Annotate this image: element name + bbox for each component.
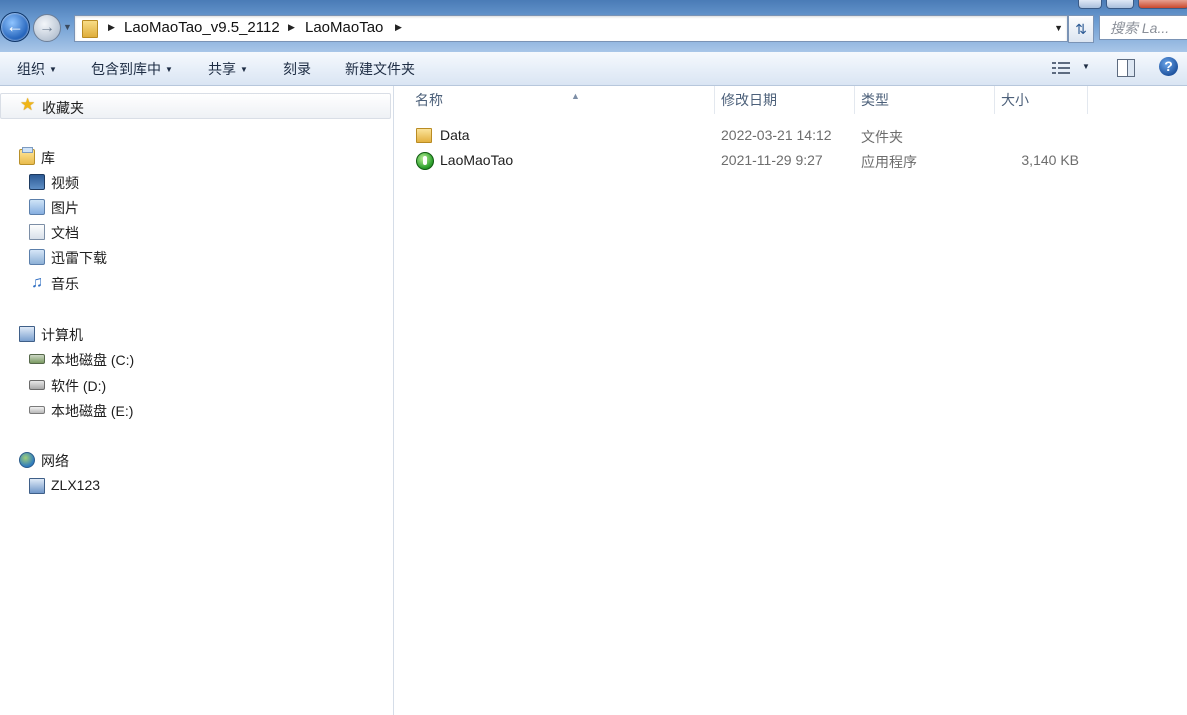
file-type: 文件夹 <box>861 129 903 145</box>
address-bar-region: ← → ▼ ▶ LaoMaoTao_v9.5_2112 ▶ LaoMaoTao … <box>0 0 1187 52</box>
sidebar-item-label: 本地磁盘 (E:) <box>51 403 134 419</box>
breadcrumb-separator-icon[interactable]: ▶ <box>288 22 295 33</box>
refresh-button[interactable]: ⇅ <box>1068 15 1094 43</box>
file-modified: 2022-03-21 14:12 <box>721 127 832 143</box>
breadcrumb-item[interactable]: LaoMaoTao_v9.5_2112 <box>124 19 280 36</box>
folder-icon <box>416 128 432 143</box>
maximize-button[interactable] <box>1106 0 1134 9</box>
network-globe-icon <box>19 452 35 468</box>
column-header-size[interactable]: 大小 <box>995 86 1088 114</box>
sidebar-item-music[interactable]: ♫ 音乐 <box>0 273 391 293</box>
sidebar-item-documents[interactable]: 文档 <box>0 222 391 242</box>
file-list: 名称 ▲ 修改日期 类型 大小 Data 2022-03-21 14:12 文件… <box>394 86 1187 715</box>
minimize-button[interactable] <box>1078 0 1102 9</box>
sidebar-item-label: 网络 <box>41 453 69 469</box>
new-folder-button[interactable]: 新建文件夹 <box>345 59 415 79</box>
organize-button[interactable]: 组织 ▼ <box>17 59 57 79</box>
drive-icon <box>29 380 45 390</box>
sidebar-item-computer[interactable]: 计算机 <box>0 324 391 344</box>
sidebar-item-label: 迅雷下载 <box>51 250 107 266</box>
sidebar-item-label: 计算机 <box>41 327 83 343</box>
sidebar-item-disk-d[interactable]: 软件 (D:) <box>0 375 391 395</box>
column-header-type[interactable]: 类型 <box>855 86 995 114</box>
sidebar-item-label: 图片 <box>51 200 79 216</box>
help-icon[interactable]: ? <box>1159 57 1178 76</box>
sidebar-item-disk-c[interactable]: 本地磁盘 (C:) <box>0 349 391 369</box>
favorites-label: 收藏夹 <box>42 100 84 116</box>
column-header-name[interactable]: 名称 ▲ <box>409 86 715 114</box>
computer-icon <box>19 326 35 342</box>
burn-button[interactable]: 刻录 <box>283 59 311 79</box>
sidebar-item-label: 音乐 <box>51 276 79 292</box>
close-button[interactable] <box>1138 0 1187 9</box>
favorites-item[interactable]: ★ 收藏夹 <box>0 93 391 119</box>
preview-pane-icon[interactable] <box>1117 59 1135 77</box>
column-header-modified[interactable]: 修改日期 <box>715 86 855 114</box>
command-toolbar: 组织 ▼ 包含到库中 ▼ 共享 ▼ 刻录 新建文件夹 ▼ ? <box>0 52 1187 86</box>
forward-arrow-icon: → <box>39 19 55 36</box>
documents-library-icon <box>29 224 45 240</box>
video-library-icon <box>29 174 45 190</box>
folder-icon <box>82 20 98 38</box>
organize-label: 组织 <box>17 61 45 77</box>
breadcrumb-separator-icon[interactable]: ▶ <box>108 22 115 33</box>
library-icon <box>19 147 35 165</box>
drive-icon <box>29 406 45 414</box>
table-row[interactable]: LaoMaoTao 2021-11-29 9:27 应用程序 3,140 KB <box>394 149 1187 173</box>
view-options-icon[interactable] <box>1052 60 1072 76</box>
file-name: Data <box>440 127 470 143</box>
breadcrumb-item[interactable]: LaoMaoTao <box>305 19 383 36</box>
file-size: 3,140 KB <box>1021 152 1079 168</box>
navigation-pane: ★ 收藏夹 库 视频 图片 文档 迅雷下载 ♫ 音乐 计算机 本地磁盘 (C:)… <box>0 86 394 715</box>
sort-ascending-icon: ▲ <box>571 91 580 101</box>
chevron-down-icon: ▼ <box>165 65 173 74</box>
pictures-library-icon <box>29 199 45 215</box>
sidebar-item-zlx123[interactable]: ZLX123 <box>0 476 391 496</box>
music-note-icon: ♫ <box>31 274 43 291</box>
column-header-label: 名称 <box>415 92 443 108</box>
column-header-label: 大小 <box>1001 92 1029 108</box>
sidebar-item-label: 文档 <box>51 225 79 241</box>
column-header-label: 类型 <box>861 92 889 108</box>
back-arrow-icon: ← <box>6 16 24 36</box>
share-button[interactable]: 共享 ▼ <box>208 59 248 79</box>
sidebar-item-label: 视频 <box>51 175 79 191</box>
sidebar-item-label: 软件 (D:) <box>51 378 107 394</box>
table-row[interactable]: Data 2022-03-21 14:12 文件夹 <box>394 124 1187 148</box>
sidebar-item-libraries[interactable]: 库 <box>0 147 391 167</box>
chevron-down-icon: ▼ <box>49 65 57 74</box>
sidebar-item-network[interactable]: 网络 <box>0 450 391 470</box>
address-history-dropdown[interactable]: ▼ <box>1054 23 1063 33</box>
recent-pages-dropdown[interactable]: ▼ <box>63 22 72 32</box>
refresh-icon: ⇅ <box>1075 21 1087 37</box>
app-icon <box>416 152 434 170</box>
star-icon: ★ <box>20 95 36 114</box>
file-modified: 2021-11-29 9:27 <box>721 152 823 168</box>
sidebar-item-disk-e[interactable]: 本地磁盘 (E:) <box>0 400 391 420</box>
share-label: 共享 <box>208 61 236 77</box>
file-name: LaoMaoTao <box>440 152 514 168</box>
sidebar-item-label: ZLX123 <box>51 477 101 493</box>
address-field[interactable]: ▶ LaoMaoTao_v9.5_2112 ▶ LaoMaoTao ▶ ▼ <box>74 15 1068 42</box>
downloads-library-icon <box>29 249 45 265</box>
column-header-label: 修改日期 <box>721 92 777 108</box>
sidebar-item-thunder-downloads[interactable]: 迅雷下载 <box>0 247 391 267</box>
search-input[interactable]: 搜索 La... <box>1099 15 1187 40</box>
breadcrumb-separator-icon[interactable]: ▶ <box>395 22 402 33</box>
network-computer-icon <box>29 478 45 494</box>
back-button[interactable]: ← <box>0 12 30 42</box>
sidebar-item-pictures[interactable]: 图片 <box>0 197 391 217</box>
sidebar-item-label: 库 <box>41 150 55 166</box>
sidebar-item-label: 本地磁盘 (C:) <box>51 352 135 368</box>
forward-button[interactable]: → <box>33 14 61 42</box>
include-in-library-button[interactable]: 包含到库中 ▼ <box>91 59 173 79</box>
system-drive-icon <box>29 354 45 364</box>
sidebar-item-videos[interactable]: 视频 <box>0 172 391 192</box>
include-in-library-label: 包含到库中 <box>91 61 161 77</box>
chevron-down-icon[interactable]: ▼ <box>1082 62 1090 71</box>
file-type: 应用程序 <box>861 154 917 170</box>
chevron-down-icon: ▼ <box>240 65 248 74</box>
